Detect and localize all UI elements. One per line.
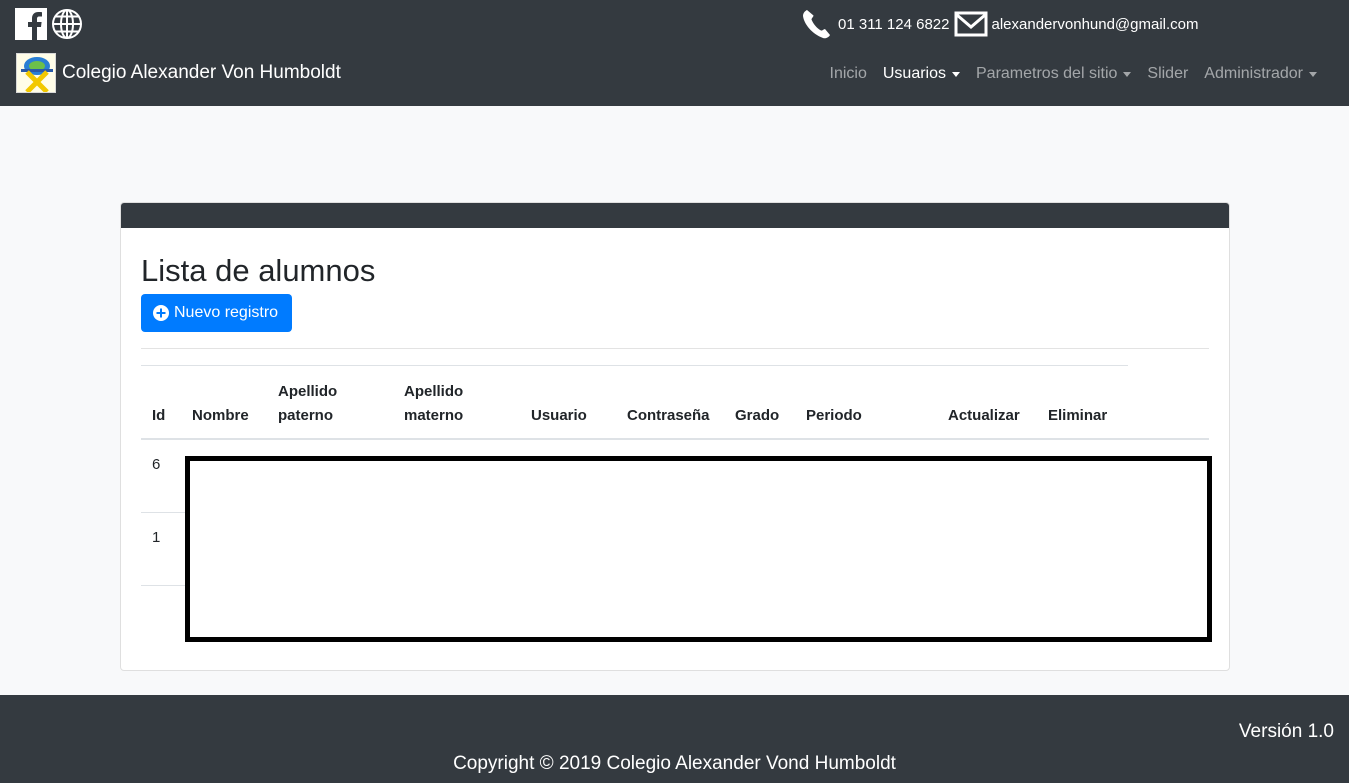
nav-item-inicio[interactable]: Inicio [822, 62, 875, 86]
nav-item-label: Usuarios [882, 65, 946, 82]
social-links [15, 8, 83, 40]
col-header-line: paterno [278, 407, 334, 424]
facebook-icon[interactable] [15, 8, 47, 40]
redacted-area [185, 456, 1212, 642]
col-header-apellido-materno: Apellido materno [404, 380, 463, 428]
col-header-usuario: Usuario [531, 407, 587, 424]
nav-item-label: Inicio [829, 65, 867, 82]
footer: Versión 1.0 Copyright © 2019 Colegio Ale… [0, 695, 1349, 783]
copyright-text: Copyright © 2019 Colegio Alexander Vond … [453, 753, 896, 774]
chevron-down-icon [1123, 71, 1132, 77]
cell-id: 6 [152, 456, 161, 473]
col-header-periodo: Periodo [806, 407, 862, 424]
main-nav: Inicio Usuarios Parametros del sitio Sli… [822, 62, 1326, 86]
card-header [121, 203, 1229, 228]
chevron-down-icon [952, 71, 960, 77]
col-header-contrasena: Contraseña [627, 407, 710, 424]
phone-icon [800, 8, 834, 40]
phone-number: 01 311 124 6822 [838, 15, 950, 33]
mail-icon [954, 10, 988, 38]
table-header: Id Nombre Apellido paterno Apellido mate… [141, 366, 1128, 438]
chevron-down-icon [1309, 71, 1317, 77]
nav-item-label: Parametros del sitio [976, 65, 1118, 82]
col-header-apellido-paterno: Apellido paterno [278, 380, 337, 428]
plus-circle-icon [153, 305, 169, 321]
row-divider [141, 585, 186, 586]
nav-item-parametros[interactable]: Parametros del sitio [968, 62, 1139, 86]
nav-item-administrador[interactable]: Administrador [1196, 62, 1325, 86]
divider [141, 348, 1209, 349]
email-address: alexandervonhund@gmail.com [991, 15, 1199, 33]
nav-item-label: Administrador [1204, 65, 1303, 82]
version-label: Versión 1.0 [1238, 721, 1334, 742]
col-header-line: materno [404, 407, 464, 424]
col-header-eliminar: Eliminar [1048, 407, 1108, 424]
cell-id: 1 [152, 529, 161, 546]
globe-icon[interactable] [51, 8, 83, 40]
page-title: Lista de alumnos [141, 253, 376, 288]
nav-item-slider[interactable]: Slider [1139, 62, 1196, 86]
col-header-actualizar: Actualizar [948, 407, 1020, 424]
col-header-nombre: Nombre [192, 407, 249, 424]
col-header-line: Apellido [404, 383, 464, 400]
nav-item-label: Slider [1147, 65, 1189, 82]
col-header-grado: Grado [735, 407, 780, 424]
school-logo [16, 53, 56, 93]
students-card: Lista de alumnos Nuevo registro Id Nombr… [120, 202, 1230, 671]
new-record-button[interactable]: Nuevo registro [141, 294, 292, 332]
col-header-line: Apellido [278, 383, 338, 400]
brand-title: Colegio Alexander Von Humboldt [62, 62, 341, 83]
col-header-id: Id [152, 407, 166, 424]
brand[interactable]: Colegio Alexander Von Humboldt [16, 53, 341, 93]
nav-item-usuarios[interactable]: Usuarios [875, 62, 968, 86]
contact-info: 01 311 124 6822 alexandervonhund@gmail.c… [800, 8, 1199, 40]
top-navbar: 01 311 124 6822 alexandervonhund@gmail.c… [0, 0, 1349, 106]
new-record-label: Nuevo registro [174, 304, 279, 321]
